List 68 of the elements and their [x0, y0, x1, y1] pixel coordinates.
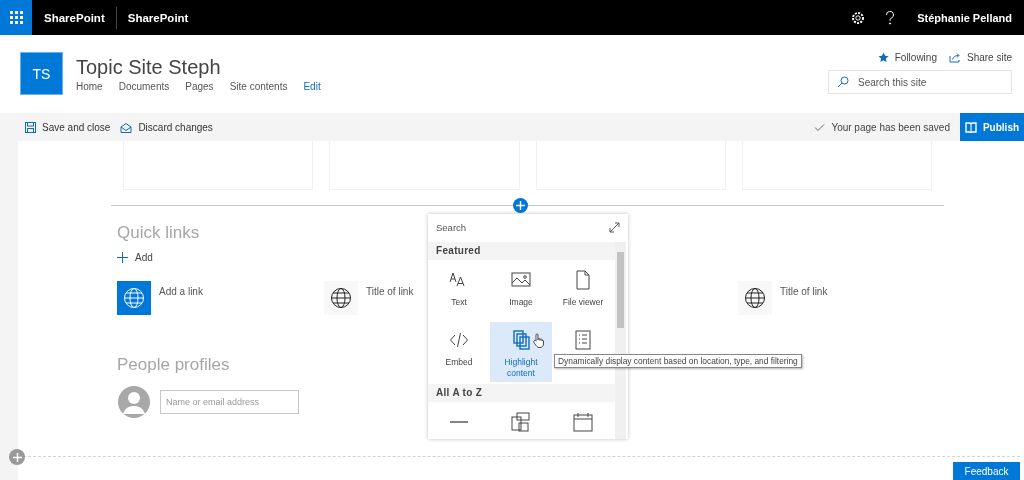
document-icon — [573, 270, 593, 290]
feedback-button[interactable]: Feedback — [953, 462, 1020, 480]
stacked-pages-icon — [511, 330, 531, 350]
shapes-icon — [511, 412, 531, 432]
line-icon — [449, 421, 469, 423]
site-logo: TS — [20, 52, 63, 95]
app-launcher-button[interactable] — [0, 0, 32, 35]
list-icon — [573, 330, 593, 350]
web-part-button[interactable]: File viewer — [552, 262, 614, 322]
star-icon — [877, 52, 889, 63]
save-icon — [25, 121, 36, 133]
waffle-icon — [9, 11, 23, 24]
user-name[interactable]: Stéphanie Pelland — [917, 11, 1012, 24]
following-button[interactable]: Following — [877, 52, 937, 63]
web-part-button[interactable]: Embed — [428, 322, 490, 382]
nav-link[interactable]: Edit — [303, 81, 321, 92]
save-button[interactable]: Save and close — [25, 121, 111, 133]
nav-link[interactable]: Site contents — [229, 81, 288, 92]
toolbox-search-field[interactable]: Search — [436, 221, 576, 233]
section-title: Quick links — [117, 223, 200, 243]
discard-button[interactable]: Discard changes — [120, 121, 213, 133]
add-web-part-button[interactable] — [513, 198, 528, 213]
expand-icon[interactable] — [609, 221, 620, 233]
tooltip: Dynamically display content based on location, type, and filtering — [554, 354, 802, 368]
share-icon — [948, 52, 961, 63]
section-title: People profiles — [117, 355, 230, 375]
save-status: Your page has been saved — [831, 121, 950, 133]
search-icon — [837, 76, 849, 88]
avatar-icon — [117, 386, 151, 418]
link-title[interactable]: Title of link — [780, 286, 828, 297]
globe-icon — [744, 287, 766, 309]
search-field[interactable]: Search this site — [828, 70, 1012, 94]
globe-icon — [123, 287, 145, 309]
image-icon — [511, 270, 531, 290]
web-part-button[interactable]: Highlight content — [490, 322, 552, 382]
settings-icon[interactable] — [851, 10, 866, 25]
app-name[interactable]: SharePoint — [32, 6, 117, 29]
web-part-button[interactable]: Image — [490, 262, 552, 322]
book-icon — [964, 121, 977, 133]
link-title[interactable]: Add a link — [159, 286, 203, 297]
help-icon[interactable] — [885, 10, 896, 25]
add-button[interactable]: Add — [117, 252, 153, 263]
web-part-button[interactable]: Text — [428, 262, 490, 322]
nav-link[interactable]: Documents — [118, 81, 170, 92]
plus-icon — [12, 452, 22, 462]
section-header: Featured — [428, 242, 615, 260]
nav-link[interactable]: Pages — [185, 81, 214, 92]
scrollbar-thumb[interactable] — [617, 252, 624, 328]
nav-link[interactable]: Home — [76, 81, 103, 92]
share-button[interactable]: Share site — [948, 52, 1012, 63]
section-header: All A to Z — [428, 384, 615, 402]
site-name[interactable]: SharePoint — [116, 11, 189, 24]
link-title[interactable]: Title of link — [366, 286, 414, 297]
link-tile[interactable] — [738, 281, 772, 315]
plus-icon — [117, 252, 128, 263]
site-title: Topic Site Steph — [76, 55, 222, 80]
plus-icon — [516, 201, 525, 210]
add-section-button[interactable] — [9, 449, 25, 465]
name-field[interactable]: Name or email address — [160, 390, 299, 414]
hand-pointer-icon — [533, 333, 544, 348]
link-tile[interactable] — [324, 281, 358, 315]
publish-button[interactable]: Publish — [960, 113, 1024, 141]
check-icon — [814, 122, 826, 132]
code-icon — [449, 330, 469, 350]
link-tile[interactable] — [117, 281, 151, 315]
calendar-icon — [573, 412, 593, 432]
globe-icon — [330, 287, 352, 309]
discard-icon — [120, 121, 133, 133]
